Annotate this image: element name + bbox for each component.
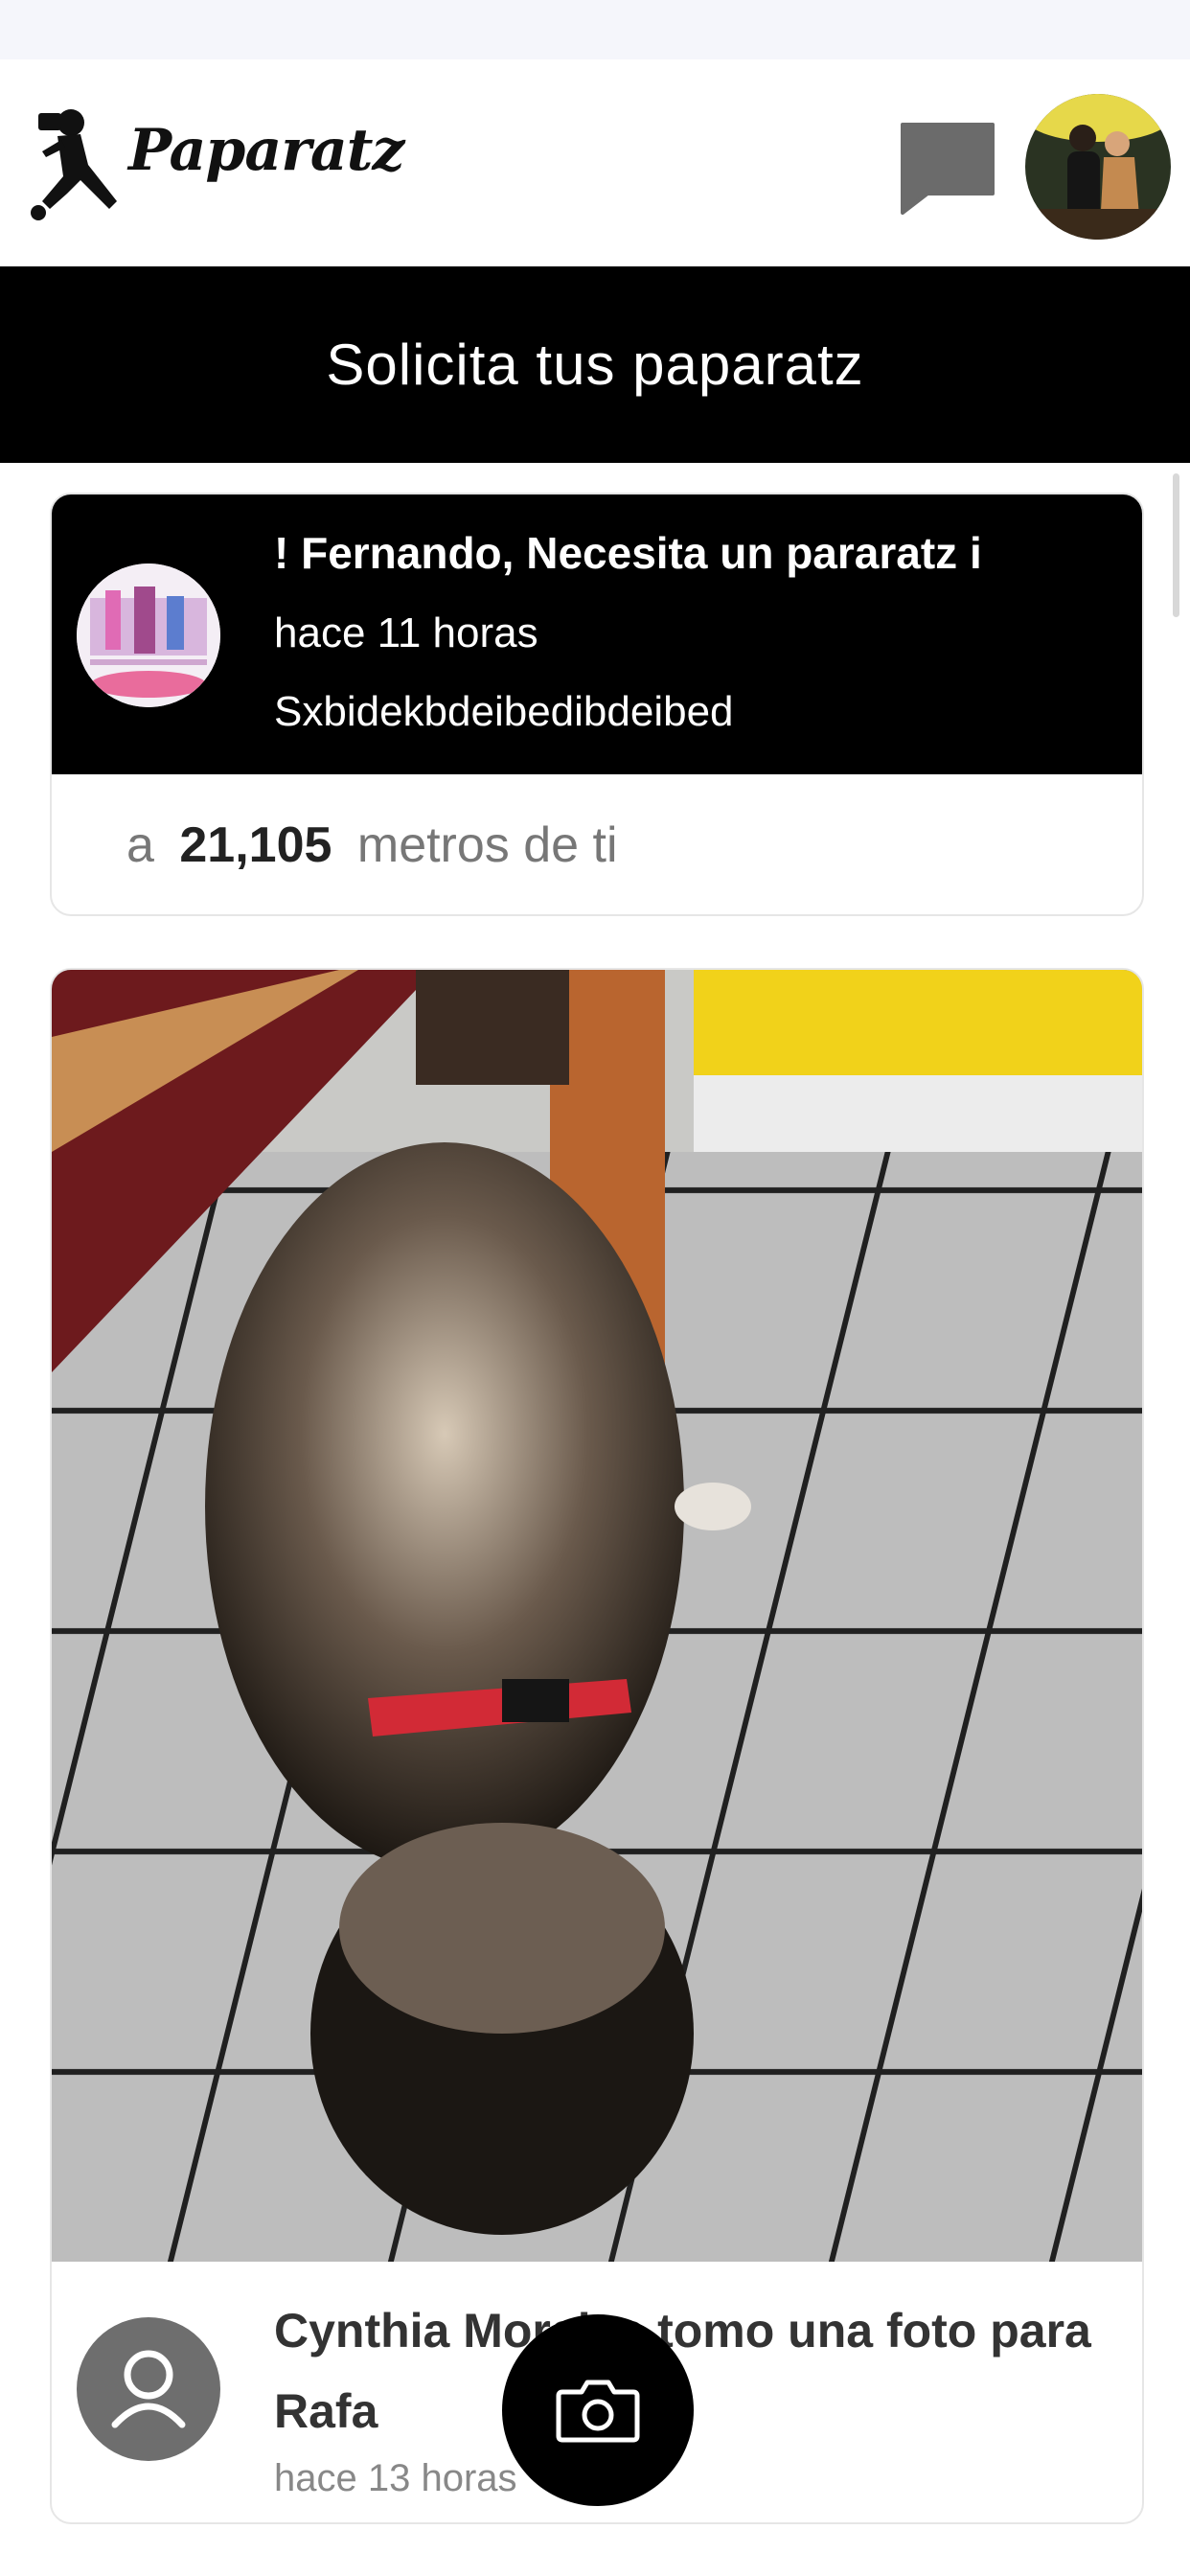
post-time: hace 13 horas [274, 2457, 517, 2499]
status-bar [0, 0, 1190, 59]
request-banner-label: Solicita tus paparatz [326, 333, 864, 397]
distance-suffix: metros de ti [356, 817, 618, 873]
post-card[interactable]: Cynthia Morales tomo una foto para Rafa … [50, 968, 1144, 2524]
camera-button[interactable] [502, 2314, 694, 2506]
app-logo-text: Paparatz [128, 117, 404, 184]
request-paparatz-banner[interactable]: Solicita tus paparatz [0, 266, 1190, 463]
person-icon[interactable] [77, 2317, 220, 2461]
requester-avatar[interactable] [77, 564, 220, 707]
request-description: Sxbidekbdeibedibdeibed [274, 688, 734, 735]
scrollbar[interactable] [1173, 473, 1179, 617]
distance-prefix: a [126, 817, 154, 873]
post-description: Cynthia Morales tomo una foto para Rafa [274, 2304, 1091, 2438]
request-title: ! Fernando, Necesita un pararatz i [274, 528, 982, 578]
request-time: hace 11 horas [274, 610, 538, 656]
profile-avatar[interactable] [1025, 94, 1171, 240]
photographer-icon[interactable] [29, 105, 125, 222]
request-distance: a 21,105 metros de ti [126, 816, 618, 874]
request-card[interactable]: ! Fernando, Necesita un pararatz i hace … [50, 493, 1144, 916]
camera-icon [556, 2380, 640, 2443]
request-card-header: ! Fernando, Necesita un pararatz i hace … [52, 494, 1142, 774]
chat-bubble-icon[interactable] [897, 119, 998, 215]
dog-photo[interactable] [52, 970, 1142, 2262]
distance-value: 21,105 [179, 817, 332, 873]
app-header: Paparatz [0, 59, 1190, 266]
